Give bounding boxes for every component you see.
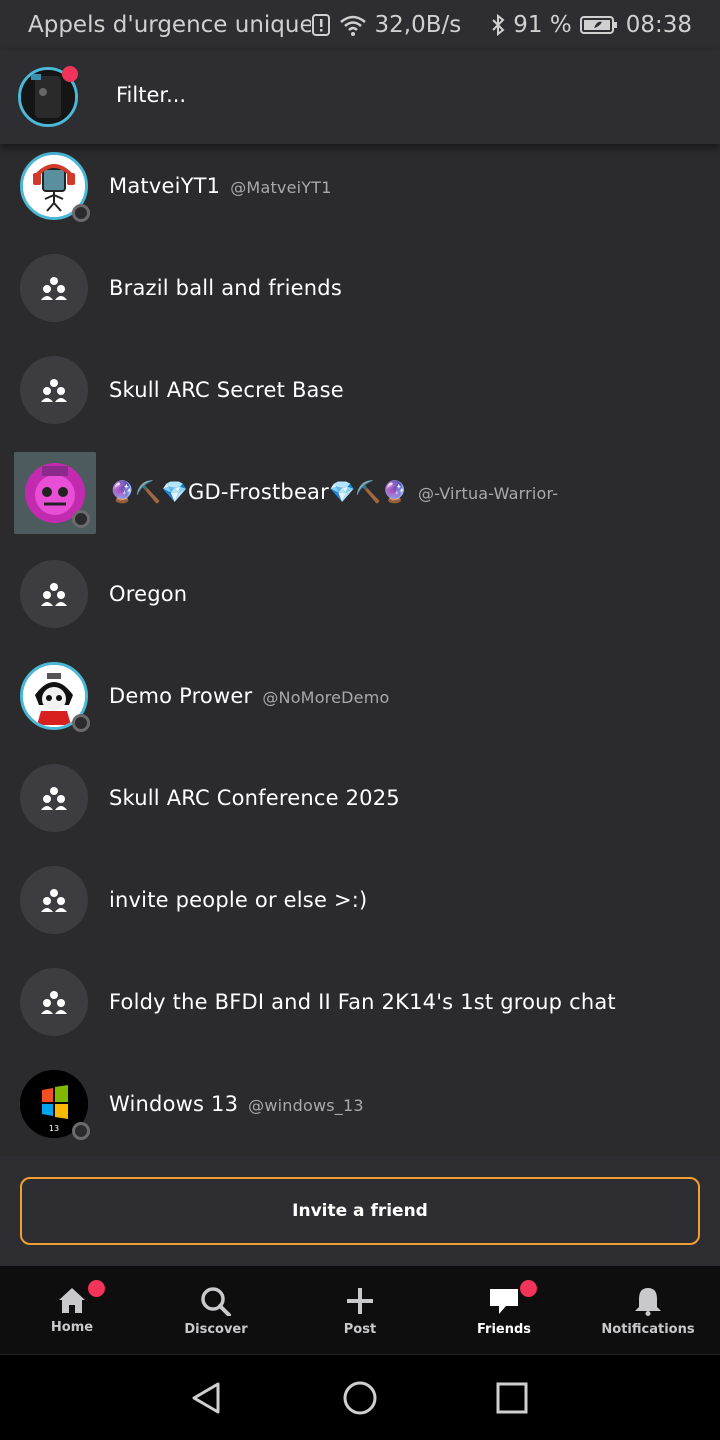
offline-status-icon xyxy=(72,204,90,222)
network-speed: 32,0B/s xyxy=(374,12,462,38)
chat-icon xyxy=(490,1289,518,1314)
header-bar: Filter... xyxy=(0,50,720,144)
contact-name: Windows 13 xyxy=(109,1092,239,1116)
group-chat-icon xyxy=(20,560,88,628)
bell-icon xyxy=(635,1288,661,1316)
group-chat-icon xyxy=(20,968,88,1036)
home-icon xyxy=(59,1288,85,1313)
group-name: Brazil ball and friends xyxy=(109,276,342,300)
group-chat-icon xyxy=(20,866,88,934)
back-icon[interactable] xyxy=(190,1381,224,1415)
contact-handle: @-Virtua-Warrior- xyxy=(418,484,559,503)
contact-handle: @MatveiYT1 xyxy=(230,178,332,197)
bottom-tab-bar: Home Discover Post Friends Notifications xyxy=(0,1266,720,1354)
notification-badge xyxy=(88,1280,105,1297)
clock: 08:38 xyxy=(625,12,692,38)
recents-icon[interactable] xyxy=(496,1381,528,1415)
offline-status-icon xyxy=(72,1122,90,1140)
battery-percent: 91 % xyxy=(513,12,572,38)
group-chat-icon xyxy=(20,764,88,832)
notification-badge xyxy=(62,66,78,82)
tab-label: Friends xyxy=(476,1322,532,1337)
conversation-list[interactable]: MatveiYT1 @MatveiYT1 Brazil ball and frie… xyxy=(0,144,720,1156)
list-item[interactable]: Brazil ball and friends xyxy=(0,246,720,348)
contact-handle: @windows_13 xyxy=(248,1096,364,1115)
tab-notifications[interactable]: Notifications xyxy=(576,1266,720,1354)
contact-name: 🔮⛏️💎GD-Frostbear💎⛏️🔮 xyxy=(109,480,409,504)
tab-home[interactable]: Home xyxy=(0,1266,144,1354)
notification-badge xyxy=(520,1280,537,1297)
group-name: Skull ARC Conference 2025 xyxy=(109,786,400,810)
contact-name: Demo Prower xyxy=(109,684,253,708)
invite-friend-button[interactable]: Invite a friend xyxy=(20,1177,700,1245)
group-name: Oregon xyxy=(109,582,188,606)
list-item[interactable]: Skull ARC Conference 2025 xyxy=(0,756,720,858)
list-item[interactable]: Demo Prower @NoMoreDemo xyxy=(0,654,720,756)
tab-label: Discover xyxy=(184,1322,248,1337)
tab-friends[interactable]: Friends xyxy=(432,1266,576,1354)
home-circle-icon[interactable] xyxy=(342,1381,378,1415)
group-name: Foldy the BFDI and II Fan 2K14's 1st gro… xyxy=(109,990,616,1014)
group-chat-icon xyxy=(20,254,88,322)
bluetooth-icon xyxy=(491,13,505,37)
list-item[interactable]: invite people or else >:) xyxy=(0,858,720,960)
invite-section: Invite a friend xyxy=(0,1156,720,1266)
tab-discover[interactable]: Discover xyxy=(144,1266,288,1354)
list-item[interactable]: 13 Windows 13 @windows_13 xyxy=(0,1062,720,1156)
list-item[interactable]: Skull ARC Secret Base xyxy=(0,348,720,450)
contact-name: MatveiYT1 xyxy=(109,174,221,198)
tab-label: Home xyxy=(50,1320,94,1335)
list-item[interactable]: MatveiYT1 @MatveiYT1 xyxy=(0,144,720,246)
system-nav-bar xyxy=(0,1354,720,1440)
list-item[interactable]: 🔮⛏️💎GD-Frostbear💎⛏️🔮 @-Virtua-Warrior- xyxy=(0,450,720,552)
wifi-icon xyxy=(339,13,367,37)
battery-icon xyxy=(579,14,618,36)
list-item[interactable]: Foldy the BFDI and II Fan 2K14's 1st gro… xyxy=(0,960,720,1062)
tab-label: Post xyxy=(343,1322,377,1337)
group-chat-icon xyxy=(20,356,88,424)
status-bar: Appels d'urgence unique... 32,0B/s 91 % … xyxy=(0,0,720,50)
offline-status-icon xyxy=(72,510,90,528)
svg-text:13: 13 xyxy=(49,1124,59,1133)
plus-icon xyxy=(347,1288,373,1314)
tab-label: Notifications xyxy=(601,1322,695,1337)
contact-handle: @NoMoreDemo xyxy=(262,688,390,707)
tab-post[interactable]: Post xyxy=(288,1266,432,1354)
search-icon xyxy=(201,1287,231,1316)
offline-status-icon xyxy=(72,714,90,732)
carrier-text: Appels d'urgence unique... xyxy=(28,12,311,38)
group-name: Skull ARC Secret Base xyxy=(109,378,344,402)
list-item[interactable]: Oregon xyxy=(0,552,720,654)
group-name: invite people or else >:) xyxy=(109,888,368,912)
filter-input[interactable]: Filter... xyxy=(116,83,186,107)
alert-icon xyxy=(311,13,331,37)
